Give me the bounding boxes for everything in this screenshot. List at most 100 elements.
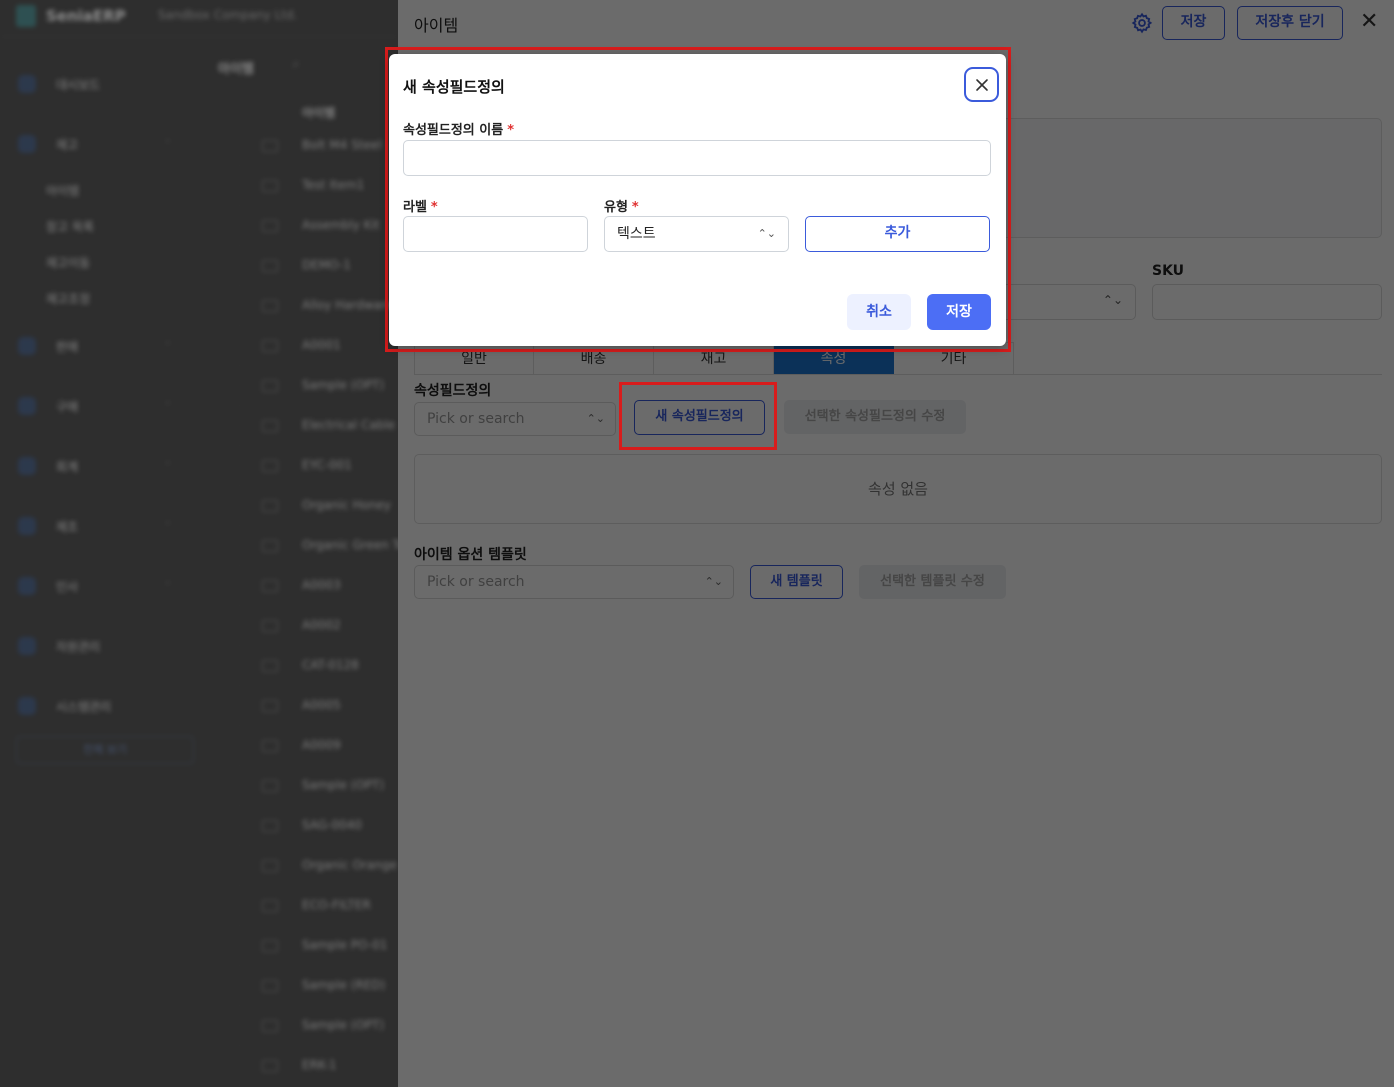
chevron-updown-icon: ⌃⌄ [586,412,605,425]
list-item-name: DEMO-1 [302,258,351,272]
list-item[interactable]: Sample (RED) [0,966,398,1006]
list-item-name: SAG-0040 [302,818,363,832]
divider [0,36,398,37]
list-item-name: Organic Green Tea [302,538,398,552]
image-icon [262,180,278,192]
image-icon [262,780,278,792]
list-item[interactable]: DEMO-1 [0,246,398,286]
list-item[interactable]: Sample (OPT) [0,366,398,406]
sku-input[interactable] [1152,284,1382,320]
close-icon [975,78,988,91]
list-item[interactable]: Electrical Cable [0,406,398,446]
list-item[interactable]: Test Item1 [0,166,398,206]
name-input[interactable] [403,140,991,176]
label-input[interactable] [403,216,588,252]
sidebar-item-dashboard[interactable]: 대시보드 [18,75,100,93]
attr-definition-select[interactable]: Pick or search ⌃⌄ [414,402,616,436]
list-title: 아이템 [218,62,254,77]
name-label: 속성필드정의 이름 * [403,119,514,138]
edit-template-button[interactable]: 선택한 템플릿 수정 [859,565,1006,599]
image-icon [262,660,278,672]
type-select-value: 텍스트 [617,226,656,242]
list-item[interactable]: A0009 [0,726,398,766]
option-template-label: 아이템 옵션 템플릿 [414,547,527,563]
gear-icon[interactable] [1131,12,1153,34]
company-name[interactable]: Sandbox Company Ltd. [158,8,297,22]
list-item[interactable]: A0005 [0,686,398,726]
save-button[interactable]: 저장 [1162,6,1225,40]
list-item-name: Organic Orange [302,858,397,872]
label-label: 라벨 * [403,196,438,215]
list-item-name: A0001 [302,338,341,352]
list-item[interactable]: Organic Orange [0,846,398,886]
dialog-title: 새 속성필드정의 [403,78,505,96]
list-item[interactable]: Bolt M4 Steel [0,126,398,166]
list-item[interactable]: Assembly Kit [0,206,398,246]
list-item[interactable]: ECO-FILTER [0,886,398,926]
image-icon [262,620,278,632]
highlight-new-attr-button [619,382,777,450]
required-mark: * [430,200,438,215]
image-icon [262,220,278,232]
image-icon [262,1060,278,1072]
list-item[interactable]: Organic Green Tea [0,526,398,566]
list-item[interactable]: ERK-1 [0,1046,398,1086]
image-icon [262,740,278,752]
image-icon [262,460,278,472]
image-icon [262,580,278,592]
list-item[interactable]: EYC-001 [0,446,398,486]
list-item[interactable]: Organic Honey [0,486,398,526]
chevron-updown-icon: ⌃⌄ [1102,293,1123,307]
list-item-name: A0009 [302,738,341,752]
option-template-placeholder: Pick or search [427,574,525,590]
list-item[interactable]: Sample (OPT) [0,1006,398,1046]
list-item-name: Assembly Kit [302,218,380,232]
list-item-name: Sample (OPT) [302,1018,385,1032]
required-mark: * [507,123,515,138]
image-icon [262,860,278,872]
close-icon[interactable]: ✕ [1360,10,1378,34]
list-item[interactable]: A0002 [0,606,398,646]
image-icon [262,980,278,992]
add-button[interactable]: 추가 [805,216,990,252]
list-item[interactable]: A0001 [0,326,398,366]
option-template-select[interactable]: Pick or search ⌃⌄ [414,565,734,599]
image-icon [262,300,278,312]
type-label: 유형 * [604,196,639,215]
list-item[interactable]: Sample PO-01 [0,926,398,966]
list-item-name: Electrical Cable [302,418,396,432]
new-template-button[interactable]: 새 템플릿 [750,565,843,599]
image-icon [262,820,278,832]
cancel-button[interactable]: 취소 [847,294,911,330]
list-item-name: CAT-0128 [302,658,359,672]
dialog-close-button[interactable] [964,67,999,102]
type-select[interactable]: 텍스트 ⌃⌄ [604,216,789,252]
image-icon [262,540,278,552]
brand-name: SeniaERP [46,7,126,25]
list-item[interactable]: SAG-0040 [0,806,398,846]
list-item[interactable]: Alloy Hardware [0,286,398,326]
empty-attributes: 속성 없음 [414,454,1382,524]
save-close-button[interactable]: 저장후 닫기 [1237,6,1343,40]
list-item[interactable]: CAT-0128 [0,646,398,686]
search-icon[interactable]: ⌕ [292,56,300,72]
list-item-name: Sample (OPT) [302,378,385,392]
image-icon [262,260,278,272]
list-item-name: Sample PO-01 [302,938,388,952]
image-icon [262,1020,278,1032]
edit-attr-definition-button[interactable]: 선택한 속성필드정의 수정 [784,400,966,434]
image-icon [262,340,278,352]
list-item[interactable]: A0003 [0,566,398,606]
list-item[interactable]: Sample (OPT) [0,766,398,806]
chevron-updown-icon: ⌃⌄ [704,575,723,588]
divider [414,374,1382,375]
dialog-save-button[interactable]: 저장 [927,294,991,330]
name-label-text: 속성필드정의 이름 [403,123,504,138]
list-column-header[interactable]: 아이템 [302,104,335,121]
list-item-name: Sample (RED) [302,978,386,992]
attr-definition-label: 속성필드정의 [414,383,492,399]
sidebar-item-label: 대시보드 [56,77,101,92]
list-item-name: Alloy Hardware [302,298,394,312]
list-item-name: A0002 [302,618,341,632]
list-item-name: EYC-001 [302,458,352,472]
